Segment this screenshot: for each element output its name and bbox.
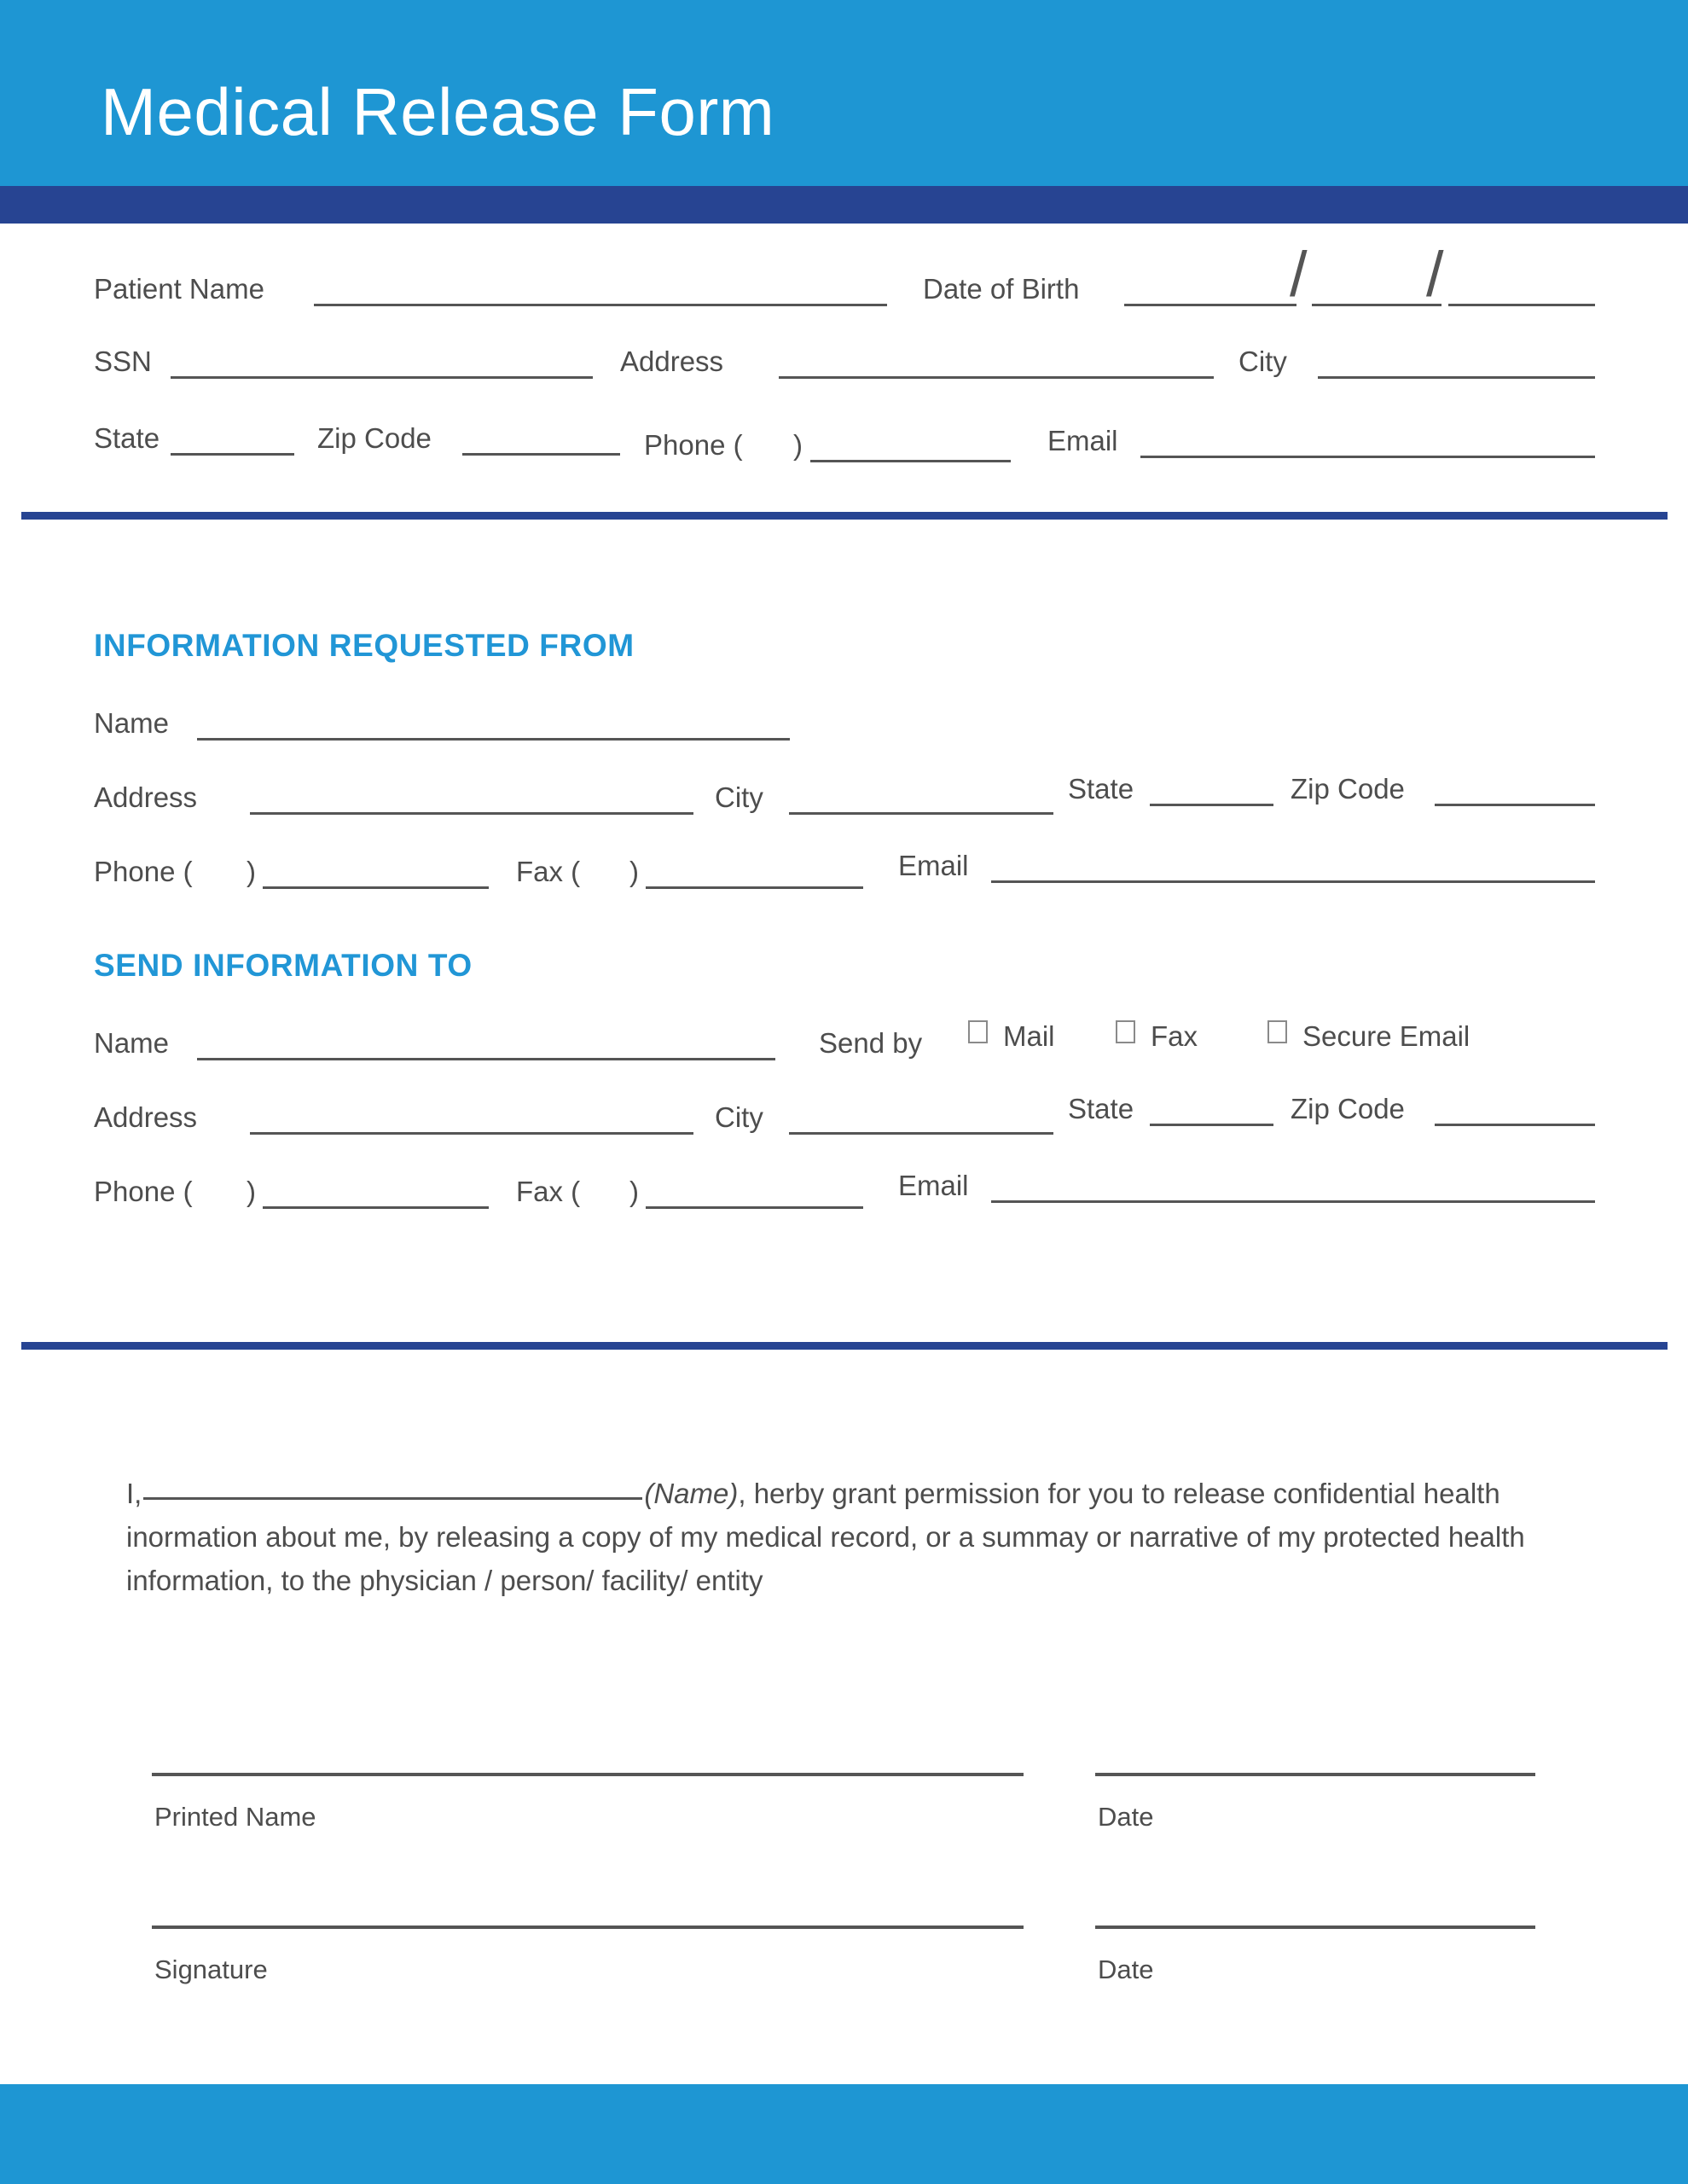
patient-state-label: State: [94, 422, 160, 454]
patient-phone-field[interactable]: [810, 460, 1011, 462]
requested-from-email-label: Email: [898, 850, 969, 881]
patient-state-field[interactable]: [171, 453, 294, 456]
patient-phone-close-paren: ): [793, 429, 803, 461]
dob-year-field[interactable]: [1448, 304, 1595, 306]
requested-from-fax-label: Fax (: [516, 856, 581, 887]
send-to-email-label: Email: [898, 1170, 969, 1201]
dob-day-field[interactable]: [1312, 304, 1441, 306]
consent-body: , herby grant permission for you to rele…: [126, 1478, 1525, 1596]
ssn-label: SSN: [94, 346, 152, 377]
footer-band: [0, 2084, 1688, 2184]
requested-from-email-field[interactable]: [991, 880, 1595, 883]
requested-from-address-field[interactable]: [250, 812, 693, 815]
send-by-fax-checkbox[interactable]: [1116, 1020, 1135, 1043]
send-to-phone-close-paren: ): [247, 1176, 256, 1207]
send-to-zip-field[interactable]: [1435, 1124, 1595, 1126]
requested-from-state-label: State: [1068, 773, 1134, 804]
patient-name-field[interactable]: [314, 304, 887, 306]
section-divider-bottom: [21, 1342, 1668, 1350]
patient-zip-field[interactable]: [462, 453, 620, 456]
requested-from-heading: INFORMATION REQUESTED FROM: [94, 628, 635, 663]
printed-name-date-label: Date: [1098, 1802, 1154, 1832]
requested-from-zip-label: Zip Code: [1291, 773, 1405, 804]
requested-from-phone-label: Phone (: [94, 856, 193, 887]
patient-email-label: Email: [1047, 425, 1118, 456]
requested-from-fax-field[interactable]: [646, 886, 863, 889]
send-to-name-label: Name: [94, 1027, 170, 1059]
send-to-heading: SEND INFORMATION TO: [94, 948, 473, 983]
requested-from-city-label: City: [715, 781, 763, 813]
send-to-address-label: Address: [94, 1101, 198, 1133]
send-to-state-label: State: [1068, 1093, 1134, 1124]
send-to-fax-close-paren: ): [629, 1176, 639, 1207]
requested-from-fax-close-paren: ): [629, 856, 639, 887]
patient-name-label: Patient Name: [94, 273, 264, 305]
patient-city-label: City: [1238, 346, 1287, 377]
printed-name-date-line[interactable]: [1095, 1773, 1535, 1776]
signature-date-line[interactable]: [1095, 1926, 1535, 1929]
consent-lead-in: I,: [126, 1478, 142, 1509]
send-by-secure-email-label: Secure Email: [1302, 1020, 1470, 1052]
requested-from-address-label: Address: [94, 781, 198, 813]
dob-month-field[interactable]: [1124, 304, 1296, 306]
ssn-field[interactable]: [171, 376, 593, 379]
send-by-secure-email-checkbox[interactable]: [1267, 1020, 1287, 1043]
consent-name-field[interactable]: [143, 1497, 643, 1500]
send-by-label: Send by: [819, 1027, 923, 1059]
signature-label: Signature: [154, 1955, 268, 1984]
send-by-mail-label: Mail: [1003, 1020, 1055, 1052]
send-by-fax-label: Fax: [1151, 1020, 1198, 1052]
consent-name-parenthetical: (Name): [644, 1478, 739, 1509]
send-to-email-field[interactable]: [991, 1200, 1595, 1203]
requested-from-phone-field[interactable]: [263, 886, 489, 889]
send-to-city-field[interactable]: [789, 1132, 1053, 1135]
send-to-zip-label: Zip Code: [1291, 1093, 1405, 1124]
medical-release-form-page: Medical Release Form Patient Name Date o…: [0, 0, 1688, 2184]
patient-zip-label: Zip Code: [317, 422, 432, 454]
requested-from-phone-close-paren: ): [247, 856, 256, 887]
date-of-birth-label: Date of Birth: [923, 273, 1080, 305]
send-to-phone-label: Phone (: [94, 1176, 193, 1207]
requested-from-name-label: Name: [94, 707, 170, 739]
header-accent-strip: [0, 186, 1688, 224]
dob-separator-1: /: [1290, 239, 1308, 310]
dob-separator-2: /: [1426, 239, 1444, 310]
patient-email-field[interactable]: [1140, 456, 1595, 458]
patient-city-field[interactable]: [1318, 376, 1595, 379]
signature-date-label: Date: [1098, 1955, 1154, 1984]
page-title: Medical Release Form: [101, 74, 775, 149]
section-divider-top: [21, 512, 1668, 520]
send-to-state-field[interactable]: [1150, 1124, 1273, 1126]
signature-line[interactable]: [152, 1926, 1024, 1929]
requested-from-zip-field[interactable]: [1435, 804, 1595, 806]
patient-address-field[interactable]: [779, 376, 1214, 379]
requested-from-name-field[interactable]: [197, 738, 790, 741]
requested-from-state-field[interactable]: [1150, 804, 1273, 806]
patient-address-label: Address: [620, 346, 724, 377]
send-to-fax-field[interactable]: [646, 1206, 863, 1209]
patient-phone-label: Phone (: [644, 429, 743, 461]
send-to-city-label: City: [715, 1101, 763, 1133]
send-to-name-field[interactable]: [197, 1058, 775, 1060]
consent-paragraph: I, (Name), herby grant permission for you…: [126, 1472, 1576, 1602]
requested-from-city-field[interactable]: [789, 812, 1053, 815]
printed-name-line[interactable]: [152, 1773, 1024, 1776]
send-by-mail-checkbox[interactable]: [968, 1020, 988, 1043]
send-to-address-field[interactable]: [250, 1132, 693, 1135]
send-to-fax-label: Fax (: [516, 1176, 581, 1207]
printed-name-label: Printed Name: [154, 1802, 316, 1832]
send-to-phone-field[interactable]: [263, 1206, 489, 1209]
